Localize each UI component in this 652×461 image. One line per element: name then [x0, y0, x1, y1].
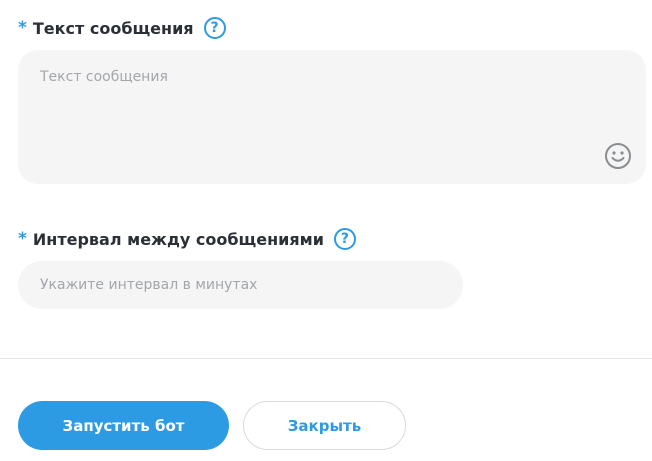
message-textarea[interactable] [18, 50, 646, 184]
message-textarea-container [18, 50, 646, 184]
smiley-icon[interactable] [604, 142, 632, 170]
interval-label-text: Интервал между сообщениями [32, 229, 324, 249]
bot-settings-form: * Текст сообщения ? * Интервал между соо… [0, 0, 652, 461]
start-bot-button[interactable]: Запустить бот [18, 401, 229, 450]
interval-input-container [18, 261, 463, 309]
close-button[interactable]: Закрыть [243, 401, 406, 450]
required-mark: * [18, 229, 27, 249]
footer-divider [0, 358, 652, 359]
interval-field-label: * Интервал между сообщениями ? [18, 225, 356, 253]
help-icon[interactable]: ? [203, 17, 226, 39]
help-icon[interactable]: ? [333, 228, 356, 250]
required-mark: * [18, 18, 27, 38]
message-label-text: Текст сообщения [32, 18, 194, 38]
interval-input[interactable] [18, 261, 463, 309]
message-field-label: * Текст сообщения ? [18, 14, 226, 42]
